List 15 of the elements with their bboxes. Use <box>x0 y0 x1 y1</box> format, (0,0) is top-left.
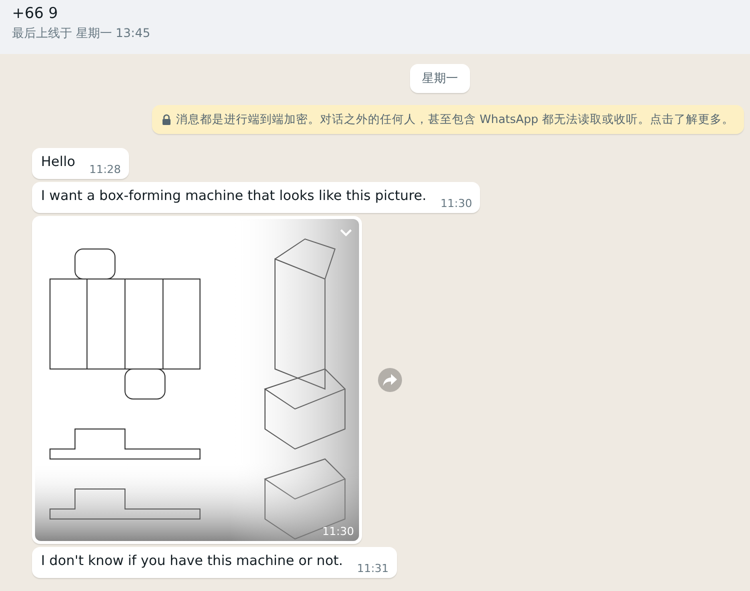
message-time: 11:30 <box>322 525 354 538</box>
message-time: 11:30 <box>440 197 472 210</box>
message-text: I want a box-forming machine that looks like this picture. <box>41 188 426 206</box>
last-seen-status: 最后上线于 星期一 13:45 <box>12 25 152 42</box>
forward-button[interactable] <box>378 368 402 392</box>
encryption-notice[interactable]: 消息都是进行端到端加密。对话之外的任何人，甚至包含 WhatsApp 都无法读取或收听。点击了解更多。 <box>152 105 744 134</box>
message-text: Hello <box>41 154 76 172</box>
contact-name: +66 9 <box>12 4 59 22</box>
message-time: 11:28 <box>89 163 121 176</box>
date-chip: 星期一 <box>410 64 470 93</box>
forward-icon <box>383 374 397 386</box>
message-text: I don't know if you have this machine or not. <box>41 553 343 571</box>
message-time: 11:31 <box>356 562 389 575</box>
lock-icon <box>162 114 171 125</box>
image-message[interactable]: 11:30 <box>32 216 362 544</box>
